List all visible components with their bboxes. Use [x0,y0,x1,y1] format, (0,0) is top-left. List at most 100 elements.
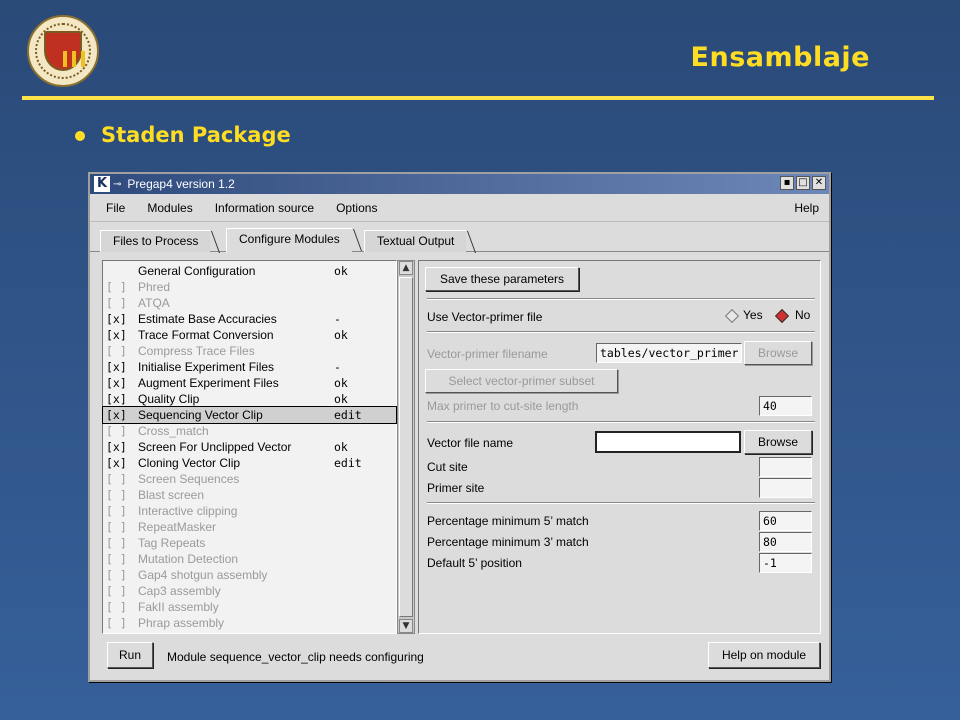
module-name: Screen Sequences [138,472,240,486]
module-row[interactable]: [ ] Gap4 shotgun assembly [103,567,396,583]
module-row[interactable]: [x] Screen For Unclipped Vector ok [103,439,396,455]
module-checkbox[interactable]: [ ] [106,520,138,534]
module-row[interactable]: [ ] Compress Trace Files [103,343,396,359]
module-checkbox[interactable]: [x] [106,408,138,422]
vector-primer-browse-button[interactable]: Browse [744,341,812,365]
module-row[interactable]: [ ] Screen Sequences [103,471,396,487]
pct-min-5-field[interactable]: 60 [759,511,812,531]
menu-information-source[interactable]: Information source [207,201,322,215]
module-name: Screen For Unclipped Vector [138,440,292,454]
module-row[interactable]: [x] Trace Format Conversion ok [103,327,396,343]
max-primer-field[interactable]: 40 [759,396,812,416]
module-checkbox[interactable]: [ ] [106,504,138,518]
slide-title: Ensamblaje [690,42,870,73]
module-row[interactable]: [ ] Tag Repeats [103,535,396,551]
help-on-module-button[interactable]: Help on module [708,642,820,668]
module-checkbox[interactable]: [x] [106,456,138,470]
window-title: Pregap4 version 1.2 [127,177,235,191]
module-status: - [334,312,341,326]
tab-configure-modules[interactable]: Configure Modules [226,228,352,253]
vector-primer-filename-field[interactable]: tables/vector_primer [596,343,742,363]
module-row[interactable]: [x] Initialise Experiment Files - [103,359,396,375]
separator [427,298,815,300]
module-checkbox[interactable]: [ ] [106,568,138,582]
module-row[interactable]: [ ] Cross_match [103,423,396,439]
module-row[interactable]: [ ] Phred [103,279,396,295]
module-name: Sequencing Vector Clip [138,408,263,422]
module-name: Blast screen [138,488,205,502]
module-name: Mutation Detection [138,552,239,566]
module-checkbox[interactable]: [ ] [106,280,138,294]
module-name: General Configuration [138,264,256,278]
pin-icon[interactable]: ⊸ [113,179,121,190]
module-name: RepeatMasker [138,520,217,534]
tab-textual-output[interactable]: Textual Output [364,230,467,252]
module-row[interactable]: [ ] Cap3 assembly [103,583,396,599]
module-row[interactable]: [ ] RepeatMasker [103,519,396,535]
module-config-panel: Save these parameters Use Vector-primer … [418,260,821,634]
vector-file-name-field[interactable] [595,431,741,453]
kde-k-icon[interactable]: K [94,176,110,192]
save-parameters-button[interactable]: Save these parameters [425,267,579,291]
module-row[interactable]: General Configuration ok [103,263,396,279]
default-5-position-field[interactable]: -1 [759,553,812,573]
select-vector-primer-subset-button[interactable]: Select vector-primer subset [425,369,618,393]
no-radio[interactable] [774,308,790,324]
menu-file[interactable]: File [98,201,133,215]
module-row[interactable]: [ ] ATQA [103,295,396,311]
module-checkbox[interactable]: [ ] [106,536,138,550]
yes-radio[interactable] [724,308,740,324]
module-checkbox[interactable]: [x] [106,328,138,342]
menu-modules[interactable]: Modules [139,201,200,215]
module-status: ok [334,376,348,390]
primer-site-field[interactable] [759,478,812,498]
module-status: ok [334,392,348,406]
vector-primer-filename-label: Vector-primer filename [427,347,548,361]
module-row[interactable]: [x] Cloning Vector Clip edit [103,455,396,471]
module-name: Cloning Vector Clip [138,456,241,470]
module-checkbox[interactable]: [x] [106,392,138,406]
module-row[interactable]: [x] Augment Experiment Files ok [103,375,396,391]
tab-files-to-process[interactable]: Files to Process [100,230,211,252]
window-titlebar[interactable]: K ⊸ Pregap4 version 1.2 ▪ □ ✕ [90,174,829,194]
scroll-thumb[interactable] [399,277,413,617]
module-checkbox[interactable]: [x] [106,360,138,374]
menu-help[interactable]: Help [794,201,819,215]
module-checkbox[interactable]: [ ] [106,552,138,566]
module-row[interactable]: [ ] Phrap assembly [103,615,396,631]
module-checkbox[interactable]: [ ] [106,584,138,598]
module-row[interactable]: [ ] Interactive clipping [103,503,396,519]
cut-site-field[interactable] [759,457,812,477]
pct-min-3-field[interactable]: 80 [759,532,812,552]
menu-options[interactable]: Options [328,201,385,215]
module-checkbox[interactable]: [ ] [106,296,138,310]
module-checkbox[interactable]: [ ] [106,616,138,630]
module-row[interactable]: [x] Estimate Base Accuracies - [103,311,396,327]
module-checkbox[interactable]: [x] [106,312,138,326]
pct-min-5-label: Percentage minimum 5’ match [427,514,589,528]
module-checkbox[interactable]: [ ] [106,472,138,486]
module-name: Compress Trace Files [138,344,255,358]
module-list-scrollbar[interactable]: ▲ ▼ [397,260,415,634]
module-row[interactable]: [x] Sequencing Vector Clip edit [102,406,397,424]
scroll-down-icon[interactable]: ▼ [399,619,413,633]
module-row[interactable]: [ ] Blast screen [103,487,396,503]
vector-file-browse-button[interactable]: Browse [744,430,812,454]
yes-label: Yes [743,308,763,322]
module-checkbox[interactable]: [x] [106,376,138,390]
maximize-button[interactable]: □ [796,176,810,190]
module-checkbox[interactable]: [ ] [106,600,138,614]
close-button[interactable]: ✕ [812,176,826,190]
module-checkbox[interactable]: [ ] [106,488,138,502]
module-row[interactable]: [ ] FakII assembly [103,599,396,615]
module-checkbox[interactable]: [ ] [106,344,138,358]
minimize-button[interactable]: ▪ [780,176,794,190]
vector-file-name-label: Vector file name [427,436,514,450]
module-checkbox[interactable]: [x] [106,440,138,454]
scroll-up-icon[interactable]: ▲ [399,261,413,275]
module-name: FakII assembly [138,600,219,614]
module-row[interactable]: [x] Quality Clip ok [103,391,396,407]
module-row[interactable]: [ ] Mutation Detection [103,551,396,567]
run-button[interactable]: Run [107,642,153,668]
module-checkbox[interactable]: [ ] [106,424,138,438]
